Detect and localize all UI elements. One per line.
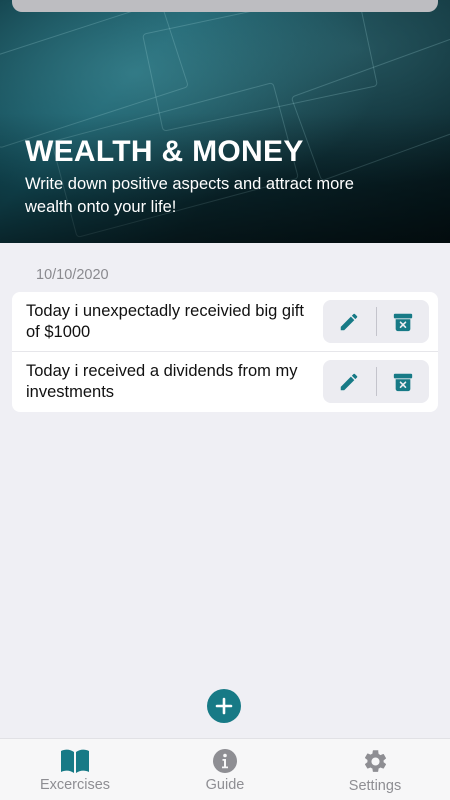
entries-list: Today i unexpectadly receivied big gift … [12,292,438,412]
entry-text: Today i received a dividends from my inv… [26,362,298,401]
delete-button[interactable] [376,300,429,343]
tab-bar: Excercises Guide Settings [0,738,450,800]
sheet-grabber[interactable] [12,0,438,12]
section-date: 10/10/2020 [36,267,109,283]
plus-icon [215,697,233,715]
edit-button[interactable] [323,300,376,343]
add-entry-button[interactable] [207,689,241,723]
pencil-icon [341,313,358,330]
edit-button[interactable] [323,360,376,403]
pencil-icon [341,373,358,390]
list-item: Today i received a dividends from my inv… [12,352,438,412]
tab-guide[interactable]: Guide [150,739,300,800]
tab-label: Guide [205,777,245,793]
entry-text: Today i unexpectadly receivied big gift … [26,302,304,341]
book-icon [61,749,89,773]
page-subtitle: Write down positive aspects and attract … [25,175,354,216]
page-title: WEALTH & MONEY [25,135,304,168]
entries-section: 10/10/2020 Today i unexpectadly receivie… [0,255,450,738]
hero-banner: WEALTH & MONEY Write down positive aspec… [0,0,450,243]
app-screen: WEALTH & MONEY Write down positive aspec… [0,0,450,800]
trash-icon [393,313,412,331]
tab-label: Excercises [39,777,111,793]
info-icon [213,749,237,773]
tab-settings[interactable]: Settings [300,739,450,800]
entry-actions [323,300,429,343]
tab-label: Settings [348,778,402,794]
list-item: Today i unexpectadly receivied big gift … [12,292,438,352]
trash-icon [393,373,412,391]
delete-button[interactable] [376,360,429,403]
gear-icon [364,750,386,772]
tab-excercises[interactable]: Excercises [0,739,150,800]
entry-actions [323,360,429,403]
